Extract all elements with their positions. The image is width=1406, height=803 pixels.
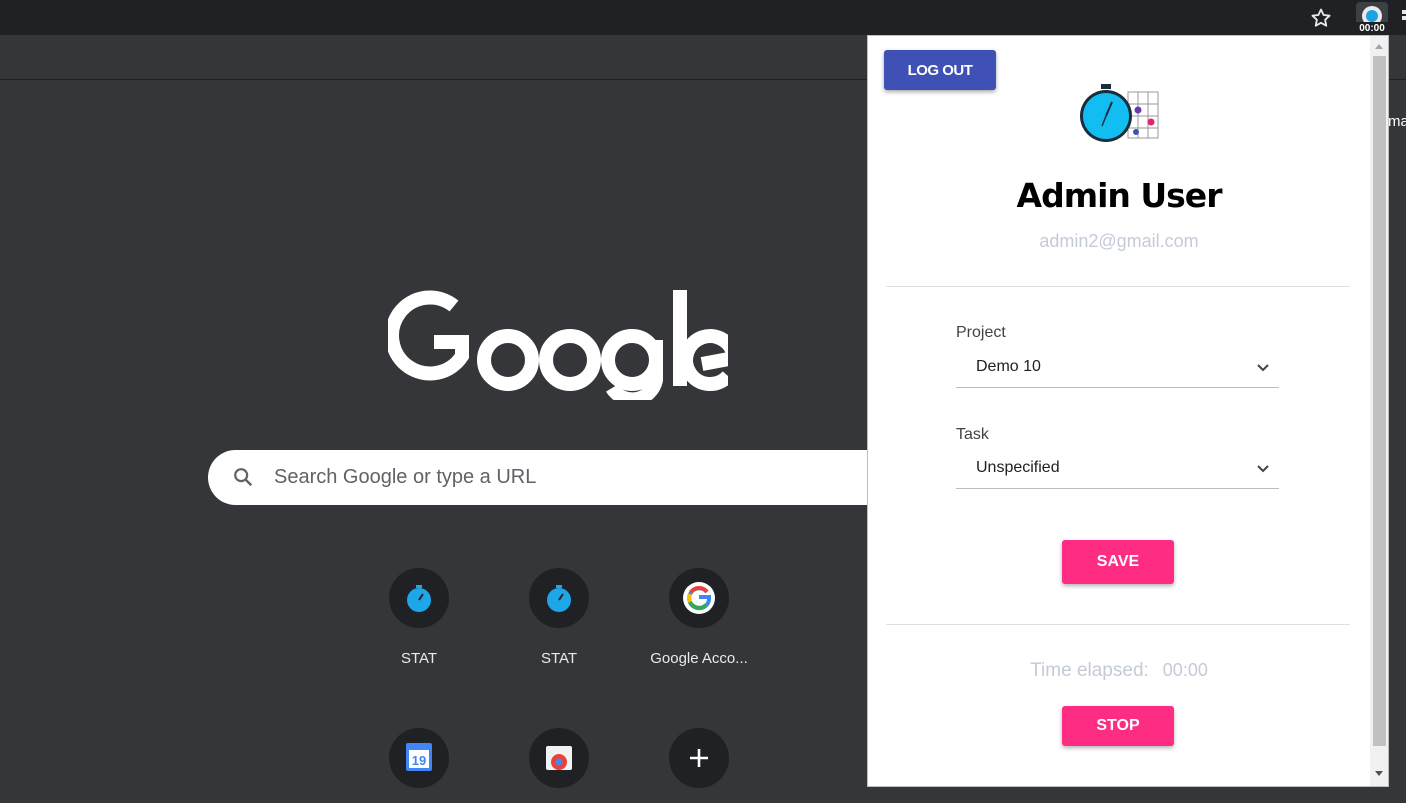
stopwatch-icon	[529, 568, 589, 628]
divider	[886, 624, 1350, 625]
svg-text:19: 19	[412, 753, 426, 768]
app-logo-stopwatch-icon	[1080, 84, 1159, 142]
scroll-down-arrow-icon[interactable]	[1375, 771, 1383, 776]
popup-scrollbar[interactable]	[1370, 36, 1388, 786]
google-g-icon	[669, 568, 729, 628]
time-elapsed-row: Time elapsed: 00:00	[868, 660, 1370, 682]
scroll-up-arrow-icon[interactable]	[1375, 44, 1383, 49]
shortcut-tile-calendar[interactable]: 19	[363, 728, 475, 788]
ntp-search-box[interactable]: Search Google or type a URL	[208, 450, 908, 505]
project-select[interactable]: Demo 10	[956, 350, 1279, 388]
task-select[interactable]: Unspecified	[956, 451, 1279, 489]
google-logo	[388, 290, 728, 400]
stop-button[interactable]: STOP	[1062, 706, 1174, 746]
task-value: Unspecified	[976, 459, 1060, 476]
search-icon	[234, 468, 253, 487]
add-shortcut-icon	[669, 728, 729, 788]
browser-titlebar	[0, 0, 1406, 35]
shortcut-label: STAT	[400, 650, 438, 667]
save-button[interactable]: SAVE	[1062, 540, 1174, 584]
shortcut-tile-stat-1[interactable]: STAT	[363, 568, 475, 667]
shortcut-tile-web-store[interactable]	[503, 728, 615, 788]
edge-text: ma	[1388, 113, 1406, 130]
user-name: Admin User	[1016, 176, 1223, 215]
browser-menu-icon[interactable]	[1402, 10, 1406, 26]
chevron-down-icon	[1257, 465, 1269, 473]
calendar-icon: 19	[389, 728, 449, 788]
divider	[886, 286, 1350, 287]
time-elapsed-label: Time elapsed:	[1030, 660, 1149, 681]
chevron-down-icon	[1257, 364, 1269, 372]
bookmark-star-icon[interactable]	[1309, 6, 1333, 30]
user-email: admin2@gmail.com	[1039, 231, 1199, 251]
add-shortcut-button[interactable]	[643, 728, 755, 788]
shortcut-label: Google Acco...	[650, 650, 748, 667]
shortcut-tile-google-account[interactable]: Google Acco...	[643, 568, 755, 667]
shortcut-label: STAT	[540, 650, 578, 667]
project-value: Demo 10	[976, 358, 1041, 375]
scrollbar-thumb[interactable]	[1373, 56, 1386, 746]
extension-badge: 00:00	[1355, 22, 1389, 35]
search-placeholder: Search Google or type a URL	[274, 466, 537, 488]
shortcut-tile-stat-2[interactable]: STAT	[503, 568, 615, 667]
web-store-icon	[529, 728, 589, 788]
stopwatch-icon	[389, 568, 449, 628]
logout-button[interactable]: LOG OUT	[884, 50, 996, 90]
extension-popup: LOG OUT Admin User admin2@gmail.com Proj…	[867, 35, 1389, 787]
project-label: Project	[956, 324, 1006, 341]
time-elapsed-value: 00:00	[1162, 660, 1208, 680]
task-label: Task	[956, 426, 989, 443]
